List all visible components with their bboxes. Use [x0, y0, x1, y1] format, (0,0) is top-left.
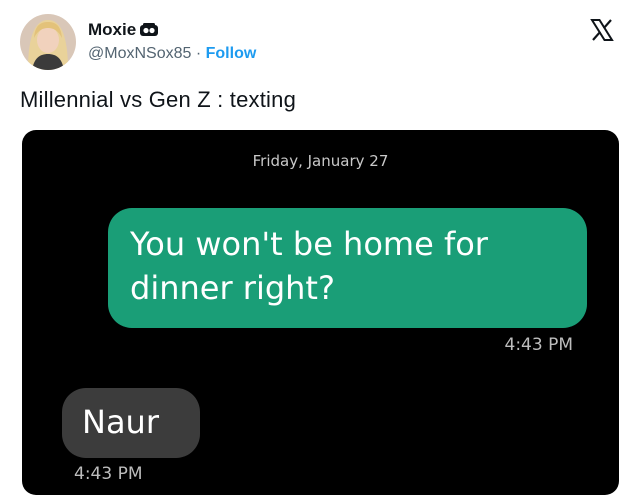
user-info: Moxie @MoxNSox85 · Follow [88, 20, 256, 64]
display-name-text[interactable]: Moxie [88, 20, 136, 40]
handle[interactable]: @MoxNSox85 [88, 45, 191, 62]
received-message-time: 4:43 PM [74, 464, 143, 484]
separator: · [195, 45, 202, 62]
conversation-date: Friday, January 27 [252, 152, 389, 170]
avatar[interactable] [20, 14, 76, 70]
tweet-media-image[interactable]: Friday, January 27 You won't be home for… [22, 130, 619, 495]
tweet-text: Millennial vs Gen Z : texting [20, 87, 297, 112]
follow-button[interactable]: Follow [206, 45, 257, 62]
tweet-header: Moxie @MoxNSox85 · Follow [20, 14, 620, 74]
affiliate-badge-icon [139, 22, 159, 38]
sent-message-line-2: dinner right? [130, 269, 335, 307]
user-avatar-icon [20, 14, 76, 70]
handle-line: @MoxNSox85 · Follow [88, 44, 256, 64]
sent-message-bubble: You won't be home for dinner right? [108, 208, 587, 328]
received-message-text: Naur [82, 403, 159, 441]
sent-message-line-1: You won't be home for [130, 225, 488, 263]
x-logo-icon[interactable] [590, 18, 614, 42]
display-name[interactable]: Moxie [88, 20, 159, 40]
sent-message-time: 4:43 PM [504, 335, 574, 355]
received-message-bubble: Naur [62, 388, 200, 458]
